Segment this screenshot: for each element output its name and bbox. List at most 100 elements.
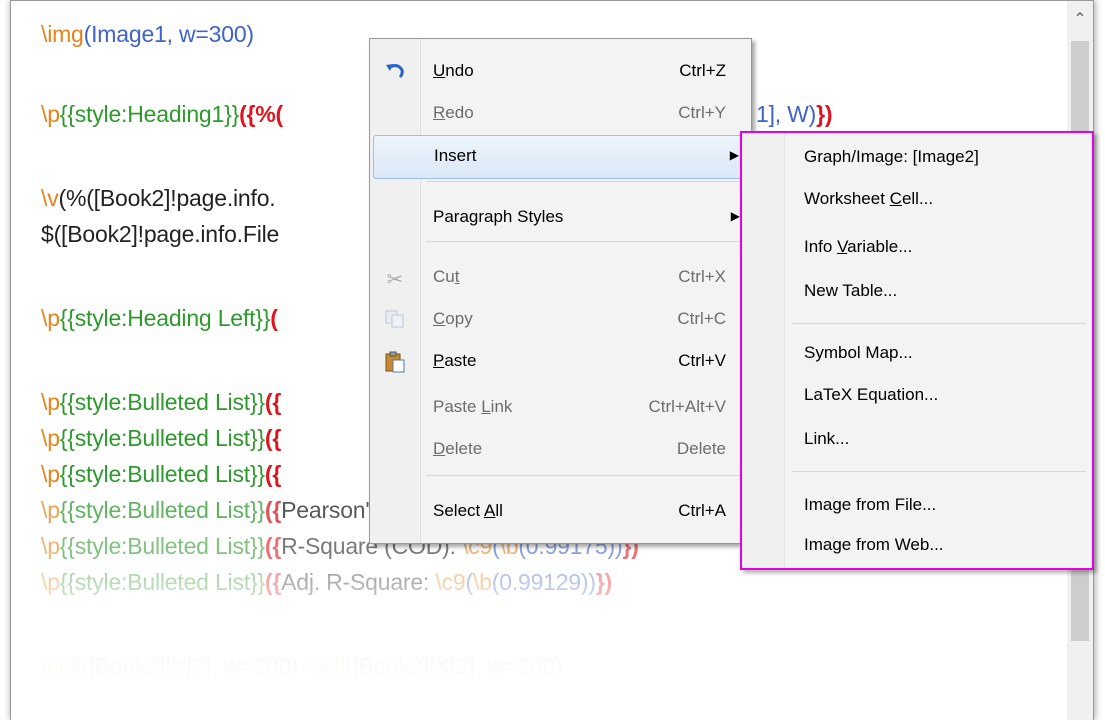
- code-token: 1], W): [756, 101, 817, 127]
- submenu-item-link[interactable]: Link...: [804, 429, 849, 449]
- menu-separator: [426, 475, 747, 476]
- code-line: $([Book2]!page.info.File: [41, 219, 279, 249]
- menu-item-shortcut: Ctrl+X: [678, 267, 726, 286]
- code-token: \p: [41, 389, 60, 415]
- menu-item-paste[interactable]: Paste Ctrl+V: [373, 341, 748, 383]
- menu-item-undo[interactable]: Undo Ctrl+Z: [373, 51, 748, 93]
- code-token: ({: [264, 461, 282, 487]
- menu-item-shortcut: Delete: [676, 439, 726, 458]
- code-token: \v: [41, 185, 59, 211]
- menu-item-label: Insert: [434, 146, 477, 165]
- menu-item-shortcut: Ctrl+Y: [678, 103, 726, 122]
- undo-icon: [383, 61, 407, 83]
- code-line: \p{{style:Heading1}}({%(: [41, 99, 283, 129]
- code-token: \p: [41, 533, 60, 559]
- copy-icon: [383, 309, 407, 331]
- submenu-item-symbol-map[interactable]: Symbol Map...: [804, 343, 913, 363]
- menu-item-shortcut: Ctrl+A: [678, 501, 726, 520]
- menu-item-paragraph-styles[interactable]: Paragraph Styles ▶: [373, 197, 748, 239]
- code-line: \img(Image1, w=300): [41, 19, 254, 49]
- menu-item-select-all[interactable]: Select All Ctrl+A: [373, 491, 748, 533]
- code-token: ({: [264, 425, 282, 451]
- code-token: ({: [264, 389, 282, 415]
- context-menu: Undo Ctrl+Z Redo Ctrl+Y Insert ▶ Paragraph Sty…: [369, 38, 752, 544]
- paste-icon: [383, 351, 407, 373]
- code-token: (: [270, 305, 278, 331]
- menu-item-delete[interactable]: Delete Delete: [373, 429, 748, 471]
- cut-icon: ✂: [386, 269, 404, 291]
- code-token: (0.99129)): [491, 569, 596, 595]
- menu-item-cut[interactable]: ✂ Cut Ctrl+X: [373, 257, 748, 299]
- menu-item-shortcut: Ctrl+V: [678, 351, 726, 370]
- code-token: {{style:Bulleted List}}: [59, 461, 265, 487]
- code-token: \p: [41, 497, 60, 523]
- code-token: \p: [41, 305, 60, 331]
- menu-separator: [426, 181, 747, 182]
- code-token: $([Book2]!page.info.File: [41, 221, 280, 247]
- code-token: \p: [41, 101, 60, 127]
- code-token: \c9: [435, 569, 466, 595]
- menu-separator: [792, 323, 1086, 324]
- submenu-arrow-icon: ▶: [730, 209, 740, 223]
- submenu-arrow-icon: ▶: [729, 148, 739, 162]
- submenu-item-image-from-web[interactable]: Image from Web...: [804, 535, 944, 555]
- code-token: {{style:Bulleted List}}: [59, 389, 265, 415]
- code-token: \cell: [304, 653, 345, 679]
- code-token: (%([Book2]!page.info.: [58, 185, 276, 211]
- menu-item-redo[interactable]: Redo Ctrl+Y: [373, 93, 748, 135]
- code-token: {{style:Bulleted List}}: [59, 533, 265, 559]
- submenu-item-info-variable[interactable]: Info Variable...: [804, 237, 912, 257]
- menu-item-label: Undo: [433, 61, 474, 80]
- code-token: \p: [41, 461, 60, 487]
- code-token: {{style:Heading Left}}: [59, 305, 271, 331]
- code-token: (: [465, 569, 473, 595]
- code-token: {{style:Heading1}}: [59, 101, 240, 127]
- code-line-tail: 1], W)}): [756, 99, 833, 129]
- menu-item-label: Delete: [433, 439, 483, 458]
- code-token: {{style:Bulleted List}}: [59, 569, 265, 595]
- code-token: ({: [264, 497, 282, 523]
- menu-item-label: Copy: [433, 309, 473, 328]
- code-token: Adj. R-Square:: [281, 569, 436, 595]
- code-token: {{style:Bulleted List}}: [59, 497, 265, 523]
- insert-submenu: Graph/Image: [Image2] Worksheet Cell... In…: [740, 131, 1094, 570]
- menu-item-label: Select All: [433, 501, 503, 520]
- submenu-item-worksheet-cell[interactable]: Worksheet Cell...: [804, 189, 933, 209]
- menu-item-label: Redo: [433, 103, 474, 122]
- code-line: \v(%([Book2]!page.info.: [41, 183, 276, 213]
- menu-item-paste-link[interactable]: Paste Link Ctrl+Alt+V: [373, 387, 748, 429]
- code-token: ({: [264, 569, 282, 595]
- code-token: \b: [472, 569, 492, 595]
- menu-item-label: Cut: [433, 267, 460, 286]
- code-token: \img: [41, 21, 84, 47]
- code-token: {{style:Bulleted List}}: [59, 425, 265, 451]
- code-token: }): [816, 101, 833, 127]
- code-token: ({%(: [239, 101, 283, 127]
- scroll-up-icon[interactable]: ⌃: [1067, 1, 1093, 37]
- menu-separator: [426, 241, 747, 242]
- code-token: ([Book2]!Y[2], w=300): [80, 653, 305, 679]
- code-token: \p: [41, 569, 60, 595]
- submenu-item-graph-image-image2[interactable]: Graph/Image: [Image2]: [804, 147, 979, 167]
- code-token: \p: [41, 425, 60, 451]
- code-token: ([Book2]!X[2], w=300): [344, 653, 563, 679]
- menu-item-shortcut: Ctrl+Z: [679, 61, 726, 80]
- code-token: }): [595, 569, 613, 595]
- menu-item-shortcut: Ctrl+C: [677, 309, 726, 328]
- code-token: ({: [264, 533, 282, 559]
- submenu-item-latex-equation[interactable]: LaTeX Equation...: [804, 385, 938, 405]
- submenu-item-new-table[interactable]: New Table...: [804, 281, 897, 301]
- code-line: \p{{style:Bulleted List}}({: [41, 387, 281, 417]
- menu-item-copy[interactable]: Copy Ctrl+C: [373, 299, 748, 341]
- menu-item-shortcut: Ctrl+Alt+V: [648, 397, 726, 416]
- menu-item-insert[interactable]: Insert ▶: [373, 135, 748, 179]
- code-line: \p{{style:Bulleted List}}({: [41, 459, 281, 489]
- code-token: (Image1, w=300): [83, 21, 254, 47]
- submenu-item-image-from-file[interactable]: Image from File...: [804, 495, 936, 515]
- menu-separator: [792, 471, 1086, 472]
- code-token: \cell: [41, 653, 81, 679]
- code-line: \p{{style:Bulleted List}}({: [41, 423, 281, 453]
- code-line: \p{{style:Bulleted List}}({Adj. R-Square…: [41, 567, 612, 597]
- menu-item-label: Paste Link: [433, 397, 513, 416]
- code-line: \cell([Book2]!Y[2], w=300) \cell([Book2]…: [41, 651, 562, 681]
